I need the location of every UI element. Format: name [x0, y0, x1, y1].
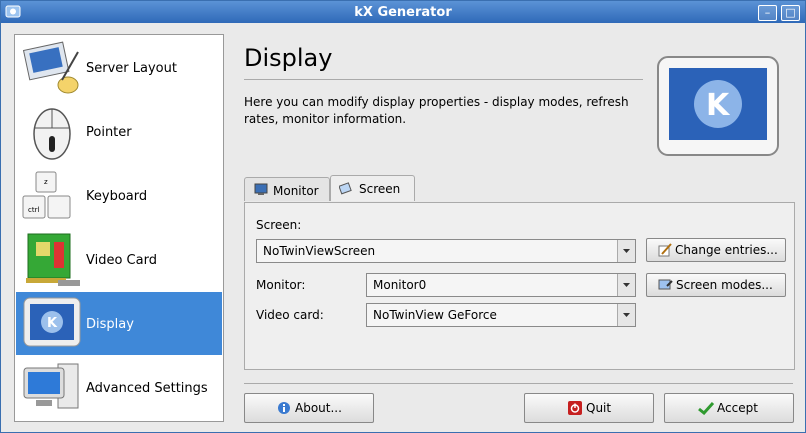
display-panel: Display Here you can modify display prop…	[243, 34, 798, 424]
about-button[interactable]: About...	[244, 393, 374, 423]
sidebar-item-pointer[interactable]: Pointer	[16, 100, 222, 163]
server-layout-icon	[22, 41, 79, 94]
video-card-label: Video card:	[256, 308, 324, 322]
minimize-button[interactable]: –	[758, 5, 777, 21]
window-title: kX Generator	[354, 5, 452, 20]
svg-text:K: K	[706, 88, 731, 123]
screen-select[interactable]: NoTwinViewScreen	[256, 239, 636, 263]
sidebar-item-video-card[interactable]: Video Card	[16, 228, 222, 291]
monitor-label: Monitor:	[256, 278, 306, 292]
app-window: kX Generator – □ Server Layout Pointer c…	[0, 0, 806, 433]
sidebar-item-label: Pointer	[86, 125, 132, 140]
svg-text:ctrl: ctrl	[28, 206, 39, 214]
page-title: Display	[244, 44, 333, 72]
sidebar-item-label: Video Card	[86, 253, 157, 268]
sidebar-item-label: Display	[86, 317, 134, 332]
video-card-icon	[26, 233, 80, 286]
computer-icon	[23, 363, 79, 409]
video-card-select[interactable]: NoTwinView GeForce	[366, 303, 636, 327]
category-list: Server Layout Pointer ctrl z Keyboard Vid…	[14, 34, 224, 422]
screen-tab-panel: Screen: NoTwinViewScreen Change entries.…	[244, 202, 795, 370]
sidebar-item-label: Server Layout	[86, 61, 177, 76]
svg-text:K: K	[47, 316, 58, 331]
tab-monitor[interactable]: Monitor	[244, 177, 330, 201]
screen-modes-button[interactable]: Screen modes...	[646, 273, 786, 297]
mouse-icon	[33, 108, 71, 160]
chevron-down-icon[interactable]	[617, 274, 635, 296]
power-icon	[568, 401, 582, 415]
edit-icon	[658, 243, 672, 257]
chevron-down-icon[interactable]	[617, 304, 635, 326]
divider	[244, 383, 793, 384]
sidebar-item-advanced-settings[interactable]: Advanced Settings	[16, 356, 222, 419]
maximize-button[interactable]: □	[781, 5, 800, 21]
display-monitor-icon: K	[23, 297, 81, 347]
sidebar-item-label: Advanced Settings	[86, 381, 208, 396]
page-description: Here you can modify display properties -…	[244, 95, 629, 126]
screen-label: Screen:	[256, 218, 302, 232]
sidebar-item-label: Keyboard	[86, 189, 148, 204]
sidebar-item-server-layout[interactable]: Server Layout	[16, 36, 222, 99]
checkmark-icon	[698, 401, 714, 415]
screen-icon	[339, 182, 352, 195]
title-bar[interactable]: kX Generator – □	[1, 1, 805, 23]
sidebar-item-keyboard[interactable]: ctrl z Keyboard	[16, 164, 222, 227]
svg-text:z: z	[44, 178, 48, 186]
accept-button[interactable]: Accept	[664, 393, 794, 423]
kde-display-icon: K	[657, 56, 779, 156]
monitor-select[interactable]: Monitor0	[366, 273, 636, 297]
keyboard-icon: ctrl z	[22, 171, 71, 219]
divider	[244, 79, 643, 80]
tab-screen[interactable]: Screen	[330, 175, 415, 201]
quit-button[interactable]: Quit	[524, 393, 654, 423]
monitor-icon	[254, 183, 268, 195]
info-icon	[278, 402, 290, 414]
change-entries-button[interactable]: Change entries...	[646, 238, 786, 262]
sidebar-item-display[interactable]: K Display	[16, 292, 222, 355]
chevron-down-icon[interactable]	[617, 240, 635, 262]
screen-modes-icon	[658, 279, 673, 290]
